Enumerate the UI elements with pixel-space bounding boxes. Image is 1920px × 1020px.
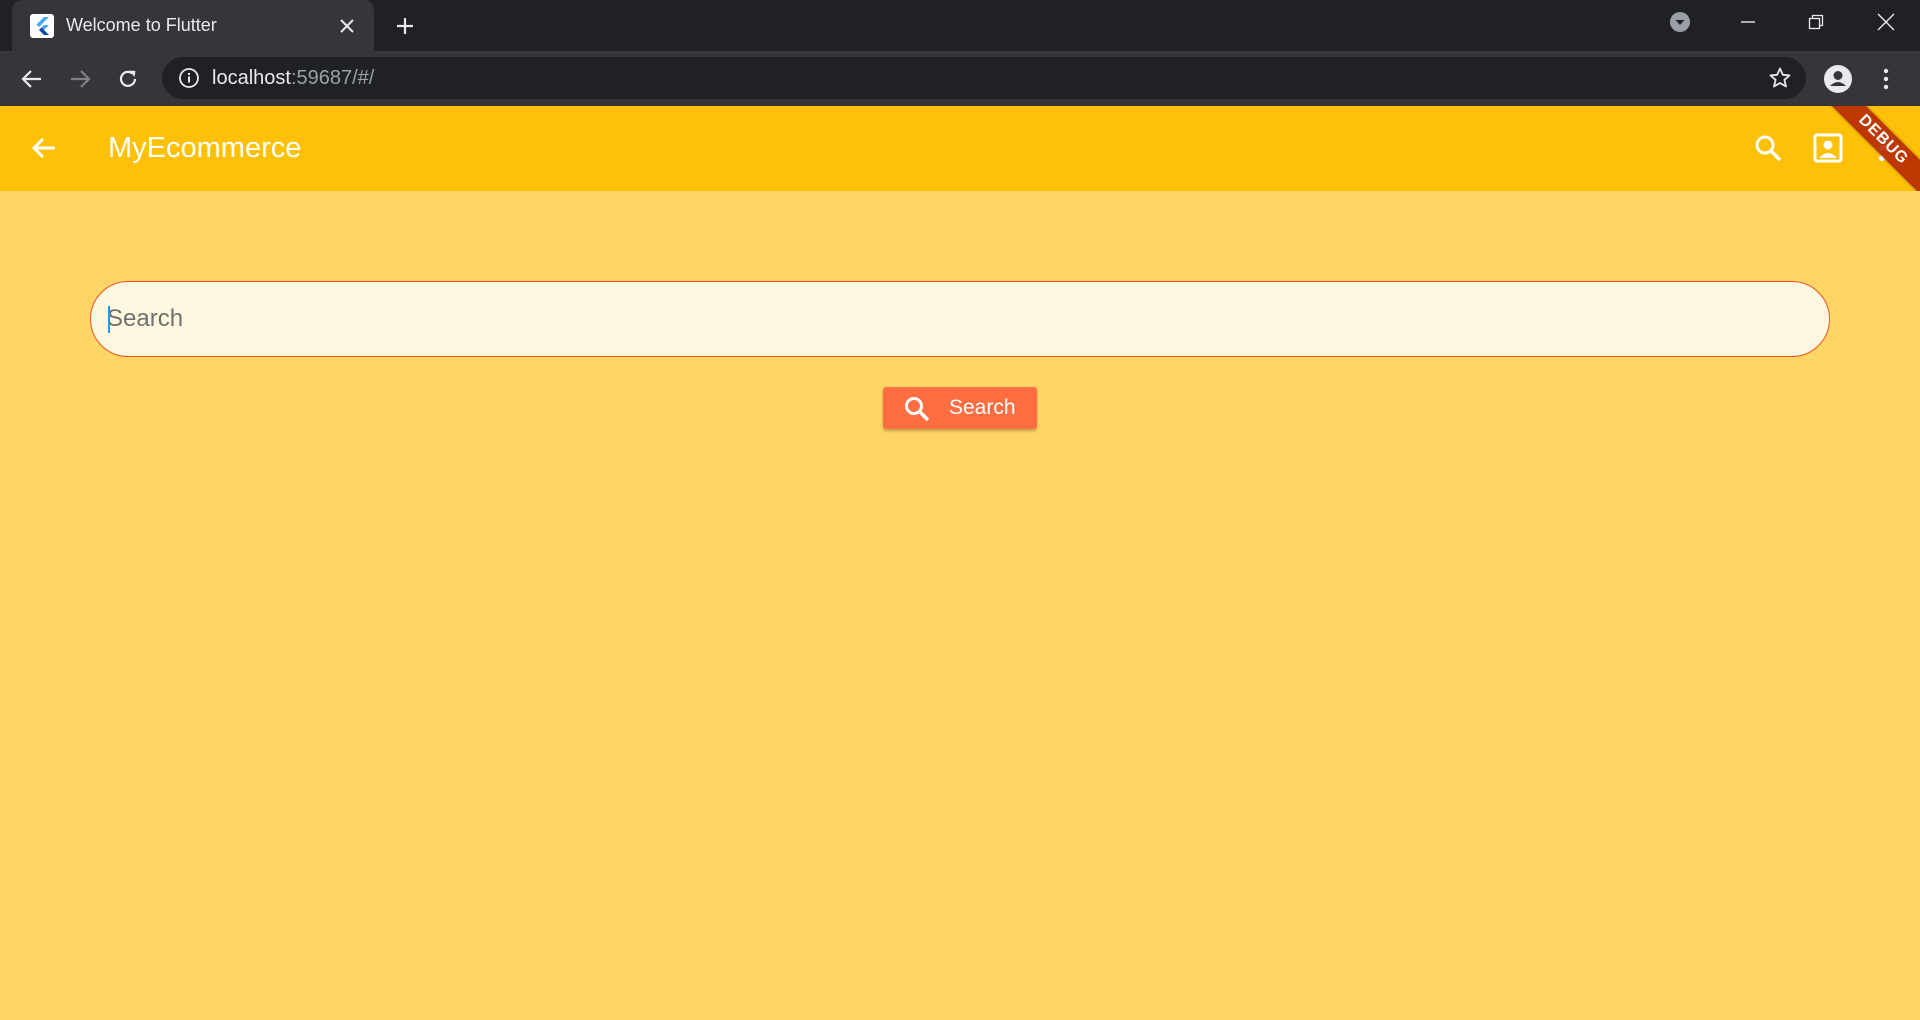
back-arrow-icon[interactable] [22,126,66,170]
window-close-icon[interactable] [1852,0,1920,44]
app-bar: MyEcommerce DEBUG [0,106,1920,191]
browser-tabstrip: Welcome to Flutter [0,0,1920,51]
back-arrow-icon[interactable] [14,61,50,97]
tab-search-icon[interactable] [1646,0,1714,44]
address-bar[interactable]: localhost:59687/#/ [162,57,1806,99]
star-icon[interactable] [1768,66,1792,90]
forward-arrow-icon[interactable] [62,61,98,97]
tab-close-icon[interactable] [334,13,360,39]
search-field[interactable] [90,281,1830,357]
app-body: Search [0,191,1920,1020]
url-host: localhost [212,67,291,89]
text-cursor [108,306,110,333]
restore-icon[interactable] [1782,0,1850,44]
app-title: MyEcommerce [108,132,302,164]
search-icon [903,395,931,423]
new-tab-plus-icon[interactable] [390,11,420,41]
browser-tab[interactable]: Welcome to Flutter [12,0,374,51]
url-path: :59687/#/ [290,67,375,89]
search-button-label: Search [949,396,1016,419]
url-text[interactable]: localhost:59687/#/ [212,57,374,99]
search-icon[interactable] [1744,124,1792,172]
minimize-icon[interactable] [1714,0,1782,44]
reload-icon[interactable] [110,61,146,97]
search-button[interactable]: Search [883,387,1037,429]
browser-toolbar: localhost:59687/#/ [0,51,1920,106]
search-input[interactable] [107,282,1807,355]
info-icon[interactable] [178,67,200,89]
tab-title: Welcome to Flutter [66,15,217,35]
account-box-icon[interactable] [1804,124,1852,172]
flutter-logo-icon [30,14,54,38]
profile-icon[interactable] [1820,61,1856,97]
kebab-menu-icon[interactable] [1868,61,1904,97]
